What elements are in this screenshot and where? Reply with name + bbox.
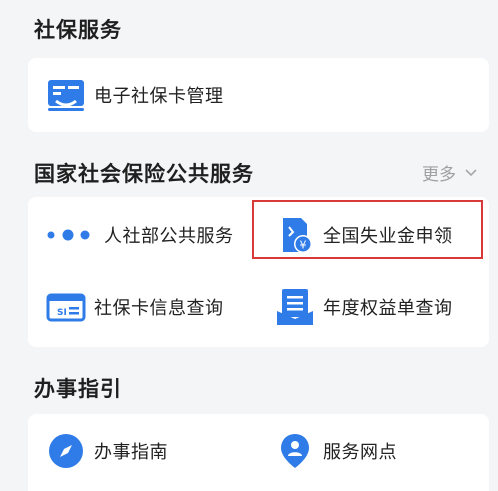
social-security-card: 电子社保卡管理 bbox=[28, 58, 489, 132]
unemployment-benefit-item[interactable]: ¥ 全国失业金申领 bbox=[275, 207, 453, 263]
service-outlets-label: 服务网点 bbox=[323, 442, 397, 463]
annual-statement-query-label: 年度权益单查询 bbox=[323, 298, 453, 319]
annual-statement-icon bbox=[275, 287, 315, 327]
annual-statement-query-item[interactable]: 年度权益单查询 bbox=[275, 279, 453, 335]
more-label: 更多 bbox=[422, 165, 456, 185]
mohrss-public-service-item[interactable]: 人社部公共服务 bbox=[46, 207, 234, 263]
section-title-guide: 办事指引 bbox=[34, 377, 122, 401]
si-card-icon: SI bbox=[46, 287, 86, 327]
si-card-info-query-label: 社保卡信息查询 bbox=[94, 298, 224, 319]
mohrss-public-service-label: 人社部公共服务 bbox=[104, 226, 234, 247]
svg-text:¥: ¥ bbox=[300, 239, 307, 252]
e-card-icon bbox=[46, 75, 86, 115]
section-title-public-services: 国家社会保险公共服务 bbox=[34, 162, 254, 186]
section-title-social-security: 社保服务 bbox=[34, 18, 122, 42]
unemployment-benefit-label: 全国失业金申领 bbox=[323, 226, 453, 247]
compass-icon bbox=[46, 431, 86, 471]
service-outlets-item[interactable]: 服务网点 bbox=[275, 423, 397, 479]
guide-card: 办事指南 服务网点 bbox=[28, 414, 489, 491]
e-social-card-management-label: 电子社保卡管理 bbox=[94, 86, 224, 107]
e-social-card-management-item[interactable]: 电子社保卡管理 bbox=[46, 67, 224, 123]
service-guide-item[interactable]: 办事指南 bbox=[46, 423, 168, 479]
si-card-info-query-item[interactable]: SI 社保卡信息查询 bbox=[46, 279, 224, 335]
location-pin-icon bbox=[275, 431, 315, 471]
dots-icon bbox=[46, 215, 96, 255]
chevron-down-icon bbox=[464, 163, 478, 183]
unemployment-benefit-icon: ¥ bbox=[275, 215, 315, 255]
public-services-card: 人社部公共服务 ¥ 全国失业金申领 SI 社保卡信息查询 年度权益单查询 bbox=[28, 197, 489, 347]
more-link[interactable]: 更多 bbox=[422, 160, 478, 185]
service-guide-label: 办事指南 bbox=[94, 442, 168, 463]
svg-text:SI: SI bbox=[57, 308, 67, 318]
